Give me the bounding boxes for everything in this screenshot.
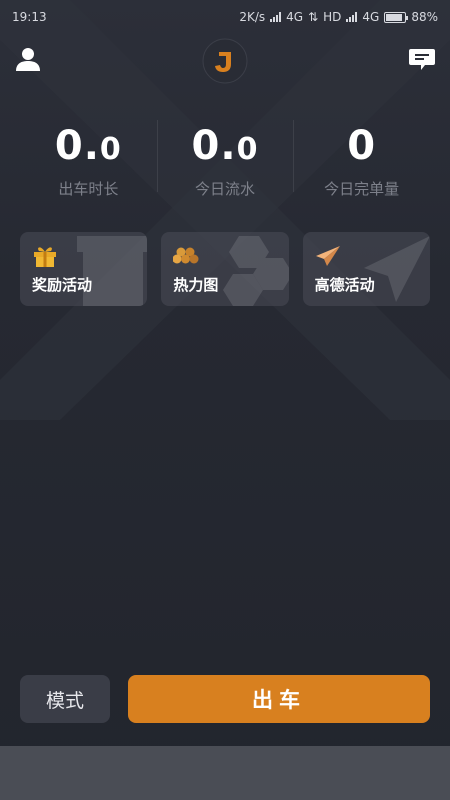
paper-plane-icon (315, 246, 340, 266)
stat-today-orders: 0 今日完单量 (293, 120, 430, 198)
app-screen: 19:13 2K/s 4G ⇅ HD 4G 88% 0.0 出车时长 0.0 今… (0, 0, 450, 800)
app-logo (202, 38, 248, 84)
signal-icon-2 (346, 12, 358, 22)
card-amap-events[interactable]: 高德活动 (302, 232, 430, 306)
feature-cards: 奖励活动 热力图 高德活动 (20, 232, 430, 306)
sim1-label: 4G (286, 10, 304, 24)
data-transfer-icon: ⇅ (308, 10, 319, 24)
hd-label: HD (323, 10, 342, 24)
start-driving-button[interactable]: 出车 (128, 675, 430, 723)
status-time: 19:13 (12, 10, 47, 24)
stat-value: 0 (347, 123, 377, 169)
card-label: 热力图 (173, 276, 219, 294)
gift-icon (34, 247, 56, 267)
hex-watermark-icon (222, 236, 289, 306)
card-label: 高德活动 (314, 276, 375, 294)
stat-value: 0.0 (191, 123, 259, 169)
status-indicators: 2K/s 4G ⇅ HD 4G 88% (239, 10, 438, 24)
stat-value: 0.0 (54, 123, 122, 169)
heatmap-icon (173, 247, 199, 264)
card-label: 奖励活动 (32, 276, 93, 294)
battery-icon (384, 11, 409, 23)
mode-button[interactable]: 模式 (20, 675, 110, 723)
stat-today-revenue: 0.0 今日流水 (156, 120, 294, 198)
stat-label: 今日流水 (195, 180, 256, 198)
signal-icon (270, 12, 282, 22)
card-rewards[interactable]: 奖励活动 (20, 232, 148, 306)
status-bar: 19:13 2K/s 4G ⇅ HD 4G 88% (0, 0, 450, 34)
battery-percent: 88% (411, 10, 438, 24)
stat-label: 今日完单量 (324, 180, 400, 198)
stats-panel: 0.0 出车时长 0.0 今日流水 0 今日完单量 (20, 120, 430, 198)
network-speed: 2K/s (239, 10, 266, 24)
header (0, 36, 450, 86)
message-icon[interactable] (408, 46, 436, 72)
card-heatmap[interactable]: 热力图 (161, 232, 289, 306)
bottom-bar (0, 746, 450, 800)
stat-label: 出车时长 (58, 180, 119, 198)
sim2-label: 4G (362, 10, 380, 24)
user-icon[interactable] (14, 46, 42, 72)
stat-driving-time: 0.0 出车时长 (20, 120, 157, 198)
